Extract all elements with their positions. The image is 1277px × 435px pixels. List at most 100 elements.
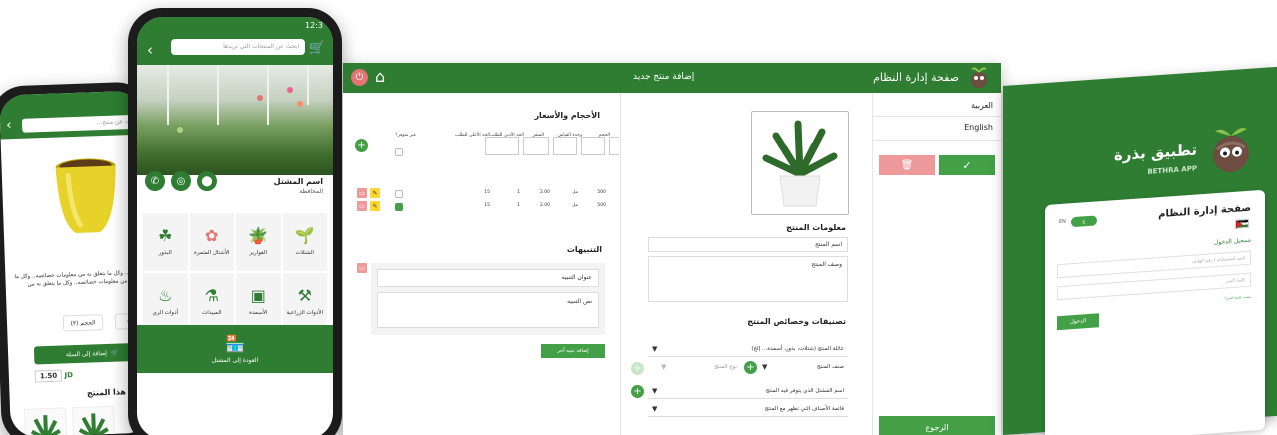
row-unavailable-checkbox[interactable] bbox=[395, 203, 403, 211]
unit-input[interactable] bbox=[581, 137, 605, 155]
trash-icon[interactable]: ▭ bbox=[357, 188, 367, 198]
product-desc-input[interactable]: وصف المنتج bbox=[648, 256, 848, 302]
admin-header: ⏻ ⌂ إضافة منتج جديد صفحة إدارة النظام bbox=[343, 63, 1001, 93]
max-order-input[interactable] bbox=[485, 137, 519, 155]
phone-icon[interactable]: ✆ bbox=[145, 171, 165, 191]
category-tile[interactable]: ⚗ المبيدات bbox=[189, 273, 234, 331]
category-tile[interactable]: ▣ الأسمدة bbox=[236, 273, 281, 331]
note-title-input[interactable]: عنوان التنبيه bbox=[377, 269, 599, 287]
category-tile[interactable]: ☘ البذور bbox=[143, 213, 188, 271]
related-select[interactable]: قائمة الأصناف التي تظهر مع المنتج ▼ bbox=[648, 403, 848, 417]
vendor-info: اسم المشتل المحافظة bbox=[274, 177, 323, 195]
login-inner: تطبيق بذرة BETHRA APP صفحة إدارة النظام … bbox=[1003, 67, 1277, 435]
nursery-cover-image bbox=[137, 65, 333, 175]
category-tile[interactable]: 🌱 الشتلات bbox=[282, 213, 327, 271]
pencil-icon[interactable]: ✎ bbox=[370, 188, 380, 198]
header-unavailable: غير متوفر؟ bbox=[395, 133, 416, 138]
size-chip[interactable]: الحجم (٣) bbox=[62, 314, 104, 332]
row-size: 500 bbox=[597, 203, 606, 208]
row-max: 15 bbox=[484, 203, 490, 208]
showcase: ‹ ابحث عن منتج... خصائصه.. وكل ما يتعلق … bbox=[0, 0, 1277, 435]
password-input[interactable]: كلمة السر bbox=[1057, 272, 1251, 301]
store-icon: 🏪 bbox=[225, 334, 245, 353]
product-name-input[interactable]: اسم المنتج bbox=[648, 237, 848, 252]
trash-icon[interactable]: ▭ bbox=[357, 263, 367, 273]
category-tile[interactable]: 🪴 القوارير bbox=[236, 213, 281, 271]
type-select[interactable]: نوع المنتج ▼ bbox=[657, 361, 741, 375]
power-icon[interactable]: ⏻ bbox=[351, 69, 368, 86]
nursery-select[interactable]: اسم المشتل الذي يتوفر فيه المنتج ▼ bbox=[648, 385, 848, 399]
back-arrow-icon[interactable]: ‹ bbox=[147, 41, 153, 59]
category-tile[interactable]: ⚒ الأدوات الزراعية bbox=[282, 273, 327, 331]
plant-thumb-icon bbox=[30, 415, 61, 435]
category-label: البذور bbox=[158, 250, 172, 256]
jordan-flag-icon[interactable] bbox=[1235, 218, 1249, 229]
lang-arabic[interactable]: العربية bbox=[873, 93, 1001, 117]
search-input[interactable]: ابحث عن منتج... bbox=[21, 114, 143, 133]
category-label: الأشتال المثمرة bbox=[194, 250, 230, 256]
category-label: أدوات الري bbox=[152, 310, 179, 316]
add-type-button[interactable]: + bbox=[631, 362, 644, 375]
back-arrow-icon[interactable]: ‹ bbox=[6, 117, 12, 133]
row-price: 2.00 bbox=[539, 190, 550, 195]
cart-icon: 🛒 bbox=[110, 349, 119, 357]
lang-english[interactable]: English bbox=[873, 117, 1001, 141]
size-input[interactable] bbox=[609, 137, 619, 155]
phone-nursery-header: 12:3 ‹ ابحث عن المنتجات التي تريدها 🛒 bbox=[137, 17, 333, 65]
note-text-input[interactable]: نص التنبيه bbox=[377, 292, 599, 328]
row-unit: مل bbox=[572, 203, 578, 208]
admin-panel: ⏻ ⌂ إضافة منتج جديد صفحة إدارة النظام ال… bbox=[343, 63, 1001, 435]
category-label: الشتلات bbox=[295, 250, 314, 256]
whatsapp-icon[interactable]: ◎ bbox=[171, 171, 191, 191]
forgot-password-link[interactable]: نسيت كلمة السر؟ bbox=[1225, 295, 1252, 301]
row-unit: مل bbox=[572, 190, 578, 195]
flower-icon: ✿ bbox=[205, 226, 219, 245]
plant-thumb-icon bbox=[78, 413, 109, 435]
phone-nursery-screen: 12:3 ‹ ابحث عن المنتجات التي تريدها 🛒 ✆ … bbox=[137, 17, 333, 435]
nursery-select-text: اسم المشتل الذي يتوفر فيه المنتج bbox=[765, 388, 844, 394]
seeds-icon: ☘ bbox=[158, 226, 173, 245]
cart-icon[interactable]: 🛒 bbox=[309, 41, 325, 56]
login-label: تسجيل الدخول bbox=[1214, 236, 1251, 247]
add-category-button[interactable]: + bbox=[744, 361, 757, 374]
currency: JD bbox=[64, 371, 74, 380]
login-panel: تطبيق بذرة BETHRA APP صفحة إدارة النظام … bbox=[1003, 66, 1277, 435]
category-tile[interactable]: ✿ الأشتال المثمرة bbox=[189, 213, 234, 271]
language-toggle[interactable]: EN ع bbox=[1059, 215, 1099, 228]
category-select[interactable]: صنف المنتج ▼ bbox=[758, 361, 848, 375]
delete-button[interactable]: 🗑 bbox=[879, 155, 935, 175]
add-size-button[interactable]: + bbox=[355, 139, 368, 152]
min-order-input[interactable] bbox=[523, 137, 549, 155]
product-image[interactable] bbox=[751, 111, 849, 215]
similar-product-thumb[interactable] bbox=[71, 405, 116, 435]
table-row: 500 مل 2.00 1 15 bbox=[355, 188, 606, 198]
similar-product-thumb[interactable] bbox=[24, 407, 68, 435]
watering-can-icon: ♨ bbox=[158, 286, 173, 305]
trash-icon[interactable]: ▭ bbox=[357, 201, 367, 211]
back-button[interactable]: الرجوع bbox=[879, 416, 995, 435]
location-pin-icon[interactable]: ⬤ bbox=[197, 171, 217, 191]
home-icon[interactable]: ⌂ bbox=[375, 68, 385, 86]
login-button[interactable]: الدخول bbox=[1057, 313, 1099, 331]
price-input[interactable] bbox=[553, 137, 577, 155]
table-row: 500 مل 2.00 1 15 bbox=[355, 201, 606, 211]
back-to-nursery-label: العودة إلى المشتل bbox=[211, 357, 259, 364]
save-button[interactable]: ✓ bbox=[939, 155, 995, 175]
pencil-icon[interactable]: ✎ bbox=[370, 201, 380, 211]
dropdown-arrow-icon: ▼ bbox=[652, 345, 658, 353]
family-select[interactable]: عائلة المنتج (شتلات، بذور، أسمدة... إلخ)… bbox=[648, 343, 848, 357]
add-nursery-button[interactable]: + bbox=[631, 385, 644, 398]
product-info-column: معلومات المنتج اسم المنتج وصف المنتج تصن… bbox=[621, 93, 873, 435]
actions-column: العربية English 🗑 ✓ الرجوع bbox=[873, 93, 1001, 435]
category-tile[interactable]: ♨ أدوات الري bbox=[143, 273, 188, 331]
row-min: 1 bbox=[517, 190, 520, 195]
back-to-nursery-button[interactable]: 🏪 العودة إلى المشتل bbox=[137, 325, 333, 373]
page-title: صفحة إدارة النظام bbox=[873, 71, 959, 84]
row-unavailable-checkbox[interactable] bbox=[395, 190, 403, 198]
category-label: المبيدات bbox=[202, 310, 222, 316]
note-box: عنوان التنبيه نص التنبيه bbox=[371, 263, 605, 335]
add-note-button[interactable]: إضافة تنبيه آخر bbox=[541, 344, 605, 358]
dropdown-arrow-icon: ▼ bbox=[661, 363, 667, 371]
unavailable-checkbox[interactable] bbox=[395, 148, 403, 156]
search-input[interactable]: ابحث عن المنتجات التي تريدها bbox=[171, 39, 305, 55]
